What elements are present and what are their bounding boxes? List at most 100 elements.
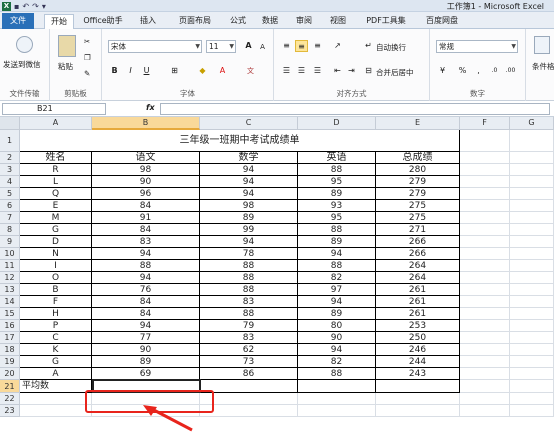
name-box[interactable]: B21 <box>2 103 106 115</box>
column-header-a[interactable]: A <box>20 117 92 130</box>
row-header[interactable]: 1 <box>0 130 20 152</box>
tab-view[interactable]: 视图 <box>326 14 350 29</box>
score-cell[interactable]: 253 <box>376 320 460 332</box>
score-cell[interactable]: 82 <box>298 272 376 284</box>
row-header[interactable]: 23 <box>0 405 20 417</box>
row-header[interactable]: 14 <box>0 296 20 308</box>
score-cell[interactable]: 88 <box>200 284 298 296</box>
row-header[interactable]: 7 <box>0 212 20 224</box>
student-name-cell[interactable]: I <box>20 260 92 272</box>
average-value-cell[interactable] <box>298 380 376 393</box>
score-cell[interactable]: 73 <box>200 356 298 368</box>
score-cell[interactable]: 84 <box>92 200 200 212</box>
average-label-cell[interactable]: 平均数 <box>20 380 92 393</box>
score-cell[interactable]: 88 <box>298 224 376 236</box>
student-name-cell[interactable]: A <box>20 368 92 380</box>
empty-cell[interactable] <box>460 284 510 296</box>
score-cell[interactable]: 279 <box>376 188 460 200</box>
score-cell[interactable]: 79 <box>200 320 298 332</box>
row-header[interactable]: 3 <box>0 164 20 176</box>
empty-cell[interactable] <box>460 152 510 164</box>
column-header-c[interactable]: C <box>200 117 298 130</box>
row-header[interactable]: 9 <box>0 236 20 248</box>
column-header-e[interactable]: E <box>376 117 460 130</box>
student-name-cell[interactable]: R <box>20 164 92 176</box>
row-header[interactable]: 21 <box>0 380 20 393</box>
score-cell[interactable]: 88 <box>92 260 200 272</box>
empty-cell[interactable] <box>460 200 510 212</box>
empty-cell[interactable] <box>20 393 92 405</box>
insert-function-icon[interactable]: fx <box>146 103 155 112</box>
score-cell[interactable]: 261 <box>376 308 460 320</box>
paste-icon[interactable] <box>58 35 76 57</box>
score-cell[interactable]: 94 <box>298 248 376 260</box>
score-cell[interactable]: 95 <box>298 212 376 224</box>
score-cell[interactable]: 94 <box>92 248 200 260</box>
column-title[interactable]: 数学 <box>200 152 298 164</box>
empty-cell[interactable] <box>510 224 554 236</box>
empty-cell[interactable] <box>460 130 510 152</box>
copy-icon[interactable]: ❐ <box>84 53 91 62</box>
italic-button[interactable]: I <box>124 65 137 77</box>
row-header[interactable]: 13 <box>0 284 20 296</box>
score-cell[interactable]: 94 <box>200 164 298 176</box>
border-icon[interactable]: ⊞ <box>168 65 181 77</box>
increase-indent-icon[interactable]: ⇥ <box>345 65 358 77</box>
column-header-d[interactable]: D <box>298 117 376 130</box>
score-cell[interactable]: 246 <box>376 344 460 356</box>
column-header-f[interactable]: F <box>460 117 510 130</box>
format-painter-icon[interactable]: ✎ <box>84 69 90 78</box>
student-name-cell[interactable]: M <box>20 212 92 224</box>
save-icon[interactable]: ▪ <box>14 2 19 11</box>
score-cell[interactable]: 96 <box>92 188 200 200</box>
row-header[interactable]: 8 <box>0 224 20 236</box>
row-header[interactable]: 2 <box>0 152 20 164</box>
empty-cell[interactable] <box>460 405 510 417</box>
empty-cell[interactable] <box>510 188 554 200</box>
row-header[interactable]: 4 <box>0 176 20 188</box>
student-name-cell[interactable]: F <box>20 296 92 308</box>
score-cell[interactable]: 94 <box>298 296 376 308</box>
score-cell[interactable]: 90 <box>92 344 200 356</box>
score-cell[interactable]: 266 <box>376 248 460 260</box>
tab-review[interactable]: 审阅 <box>292 14 316 29</box>
score-cell[interactable]: 89 <box>92 356 200 368</box>
empty-cell[interactable] <box>298 405 376 417</box>
row-header[interactable]: 10 <box>0 248 20 260</box>
score-cell[interactable]: 88 <box>298 164 376 176</box>
score-cell[interactable]: 80 <box>298 320 376 332</box>
average-value-cell[interactable] <box>376 380 460 393</box>
row-header[interactable]: 16 <box>0 320 20 332</box>
empty-cell[interactable] <box>460 248 510 260</box>
score-cell[interactable]: 261 <box>376 296 460 308</box>
empty-cell[interactable] <box>460 368 510 380</box>
score-cell[interactable]: 275 <box>376 200 460 212</box>
score-cell[interactable]: 90 <box>298 332 376 344</box>
tab-data[interactable]: 数据 <box>258 14 282 29</box>
send-to-wechat-button[interactable]: 发送到微信 <box>3 59 41 70</box>
empty-cell[interactable] <box>460 393 510 405</box>
undo-icon[interactable]: ↶ <box>22 2 29 11</box>
merge-center-icon[interactable]: ⊟ <box>362 65 375 77</box>
score-cell[interactable]: 280 <box>376 164 460 176</box>
score-cell[interactable]: 89 <box>298 308 376 320</box>
score-cell[interactable]: 244 <box>376 356 460 368</box>
student-name-cell[interactable]: B <box>20 284 92 296</box>
score-cell[interactable]: 94 <box>92 272 200 284</box>
empty-cell[interactable] <box>460 224 510 236</box>
empty-cell[interactable] <box>200 405 298 417</box>
student-name-cell[interactable]: L <box>20 176 92 188</box>
empty-cell[interactable] <box>376 393 460 405</box>
decrease-decimal-icon[interactable]: .00 <box>504 65 517 77</box>
row-header[interactable]: 22 <box>0 393 20 405</box>
row-header[interactable]: 5 <box>0 188 20 200</box>
score-cell[interactable]: 90 <box>92 176 200 188</box>
underline-button[interactable]: U <box>140 65 153 77</box>
tab-insert[interactable]: 插入 <box>136 14 160 29</box>
student-name-cell[interactable]: D <box>20 236 92 248</box>
score-cell[interactable]: 91 <box>92 212 200 224</box>
align-right-icon[interactable]: ☰ <box>311 65 324 77</box>
empty-cell[interactable] <box>460 380 510 393</box>
score-cell[interactable]: 89 <box>200 212 298 224</box>
percent-icon[interactable]: % <box>456 65 469 77</box>
